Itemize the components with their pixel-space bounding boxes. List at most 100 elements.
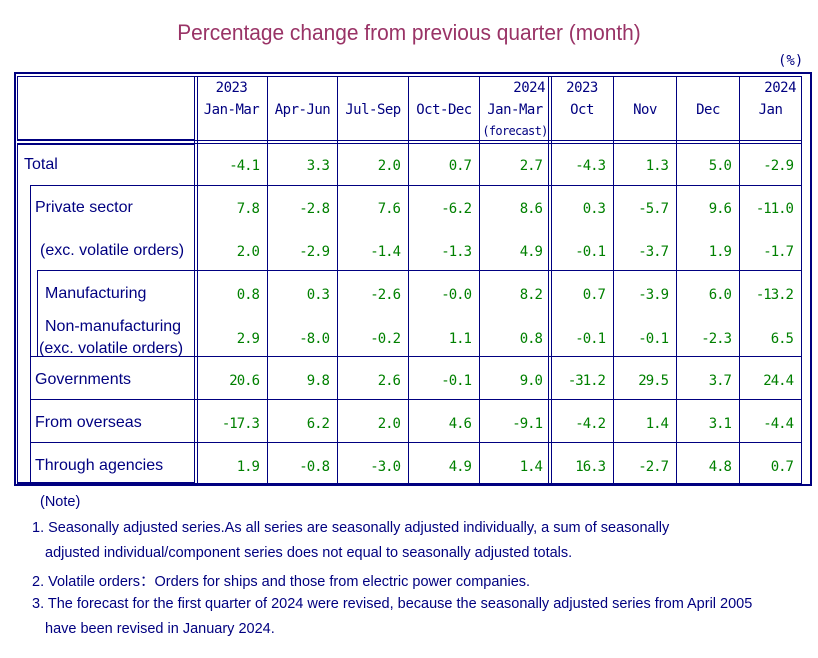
note-line: 1. Seasonally adjusted series.As all ser… (32, 520, 670, 536)
table-cell-value: -3.9 (638, 287, 669, 303)
table-cell-value: 2.6 (377, 373, 401, 389)
table-cell-value: 4.6 (448, 416, 472, 432)
table-cell-value: 1.4 (645, 416, 669, 432)
table-cell-value: 3.1 (708, 416, 732, 432)
table-cell-value: 1.4 (519, 459, 543, 475)
note-line: 2. Volatile orders：Orders for ships and … (32, 574, 531, 590)
indent-line (30, 185, 31, 483)
indent-line (37, 270, 38, 356)
column-period: Jan-Mar (487, 102, 543, 118)
table-cell-value: 29.5 (638, 373, 669, 389)
row-label: (exc. volatile orders) (40, 242, 185, 259)
header-divider (17, 140, 802, 141)
table-cell-value: 4.9 (519, 244, 543, 260)
table-cell-value: -17.3 (221, 416, 260, 432)
table-cell-value: -4.3 (575, 158, 606, 174)
table-cell-value: 3.7 (708, 373, 732, 389)
table-cell-value: -0.0 (441, 287, 472, 303)
table-cell-value: 6.5 (770, 331, 794, 347)
column-period: Nov (633, 102, 657, 118)
table-cell-value: -1.4 (370, 244, 401, 260)
table-cell-value: 8.6 (519, 201, 543, 217)
table-cell-value: 0.3 (306, 287, 330, 303)
table-cell-value: -6.2 (441, 201, 472, 217)
table-cell-value: -2.9 (763, 158, 794, 174)
table-cell-value: 16.3 (575, 459, 606, 475)
table-cell-value: 6.2 (306, 416, 330, 432)
table-cell-value: 1.9 (236, 459, 260, 475)
table-cell-value: 9.0 (519, 373, 543, 389)
column-period: Apr-Jun (274, 102, 331, 118)
table-cell-value: 2.0 (236, 244, 260, 260)
column-year: 2023 (566, 80, 598, 96)
row-label: Through agencies (35, 457, 164, 474)
column-period: Jan-Mar (203, 102, 260, 118)
table-cell-value: 9.6 (708, 201, 732, 217)
page-title: Percentage change from previous quarter … (177, 20, 641, 45)
row-label: Governments (35, 371, 132, 388)
table-cell-value: 7.8 (236, 201, 260, 217)
unit-label: (%) (778, 53, 804, 69)
table-cell-value: -11.0 (755, 201, 794, 217)
table-cell-value: -1.7 (763, 244, 794, 260)
note-line: 3. The forecast for the first quarter of… (32, 596, 753, 612)
table-cell-value: -4.2 (575, 416, 606, 432)
column-forecast-note: (forecast) (482, 124, 548, 138)
table-cell-value: -0.8 (299, 459, 330, 475)
column-period: Jul-Sep (345, 102, 401, 118)
row-divider (30, 185, 802, 186)
table-cell-value: -13.2 (755, 287, 794, 303)
table-cell-value: -0.1 (441, 373, 472, 389)
table-cell-value: -2.9 (299, 244, 330, 260)
table-cell-value: 2.9 (236, 331, 260, 347)
row-divider (30, 399, 802, 400)
table-cell-value: 20.6 (229, 373, 260, 389)
column-year: 2024 (513, 80, 545, 96)
column-year: 2023 (215, 80, 248, 96)
table-cell-value: 1.9 (708, 244, 732, 260)
table-cell-value: -1.3 (441, 244, 472, 260)
column-year: 2024 (764, 80, 796, 96)
row-label: Total (24, 156, 58, 173)
table-cell-value: 6.0 (708, 287, 732, 303)
row-divider (37, 270, 802, 271)
note-line: adjusted individual/component series doe… (45, 545, 573, 561)
notes-heading: (Note) (40, 494, 81, 510)
table-cell-value: 5.0 (708, 158, 732, 174)
table-cell-value: -3.7 (638, 244, 669, 260)
row-label: Non-manufacturing (45, 318, 182, 335)
table-cell-value: 2.0 (377, 416, 401, 432)
table-cell-value: -8.0 (299, 331, 330, 347)
header-corner-cell (17, 76, 195, 140)
row-divider (30, 442, 802, 443)
table-bottom (17, 483, 802, 484)
table-cell-value: -0.2 (370, 331, 401, 347)
table-cell-value: 0.3 (582, 201, 606, 217)
table-cell-value: -4.4 (763, 416, 794, 432)
row-label-sub: (exc. volatile orders) (39, 340, 184, 357)
table-cell-value: 4.8 (708, 459, 732, 475)
row-label: From overseas (35, 414, 142, 431)
column-period: Oct-Dec (416, 102, 472, 118)
table-cell-value: 1.3 (645, 158, 669, 174)
column-divider (801, 76, 802, 483)
table-cell-value: 7.6 (377, 201, 401, 217)
row-label: Manufacturing (45, 285, 147, 302)
table-cell-value: -2.6 (370, 287, 401, 303)
column-period: Oct (570, 102, 594, 118)
table-cell-value: 0.7 (770, 459, 794, 475)
table-cell-value: 24.4 (763, 373, 794, 389)
header-divider (17, 143, 802, 144)
header-top (17, 76, 802, 77)
table-cell-value: 0.8 (519, 331, 543, 347)
table-cell-value: -2.8 (299, 201, 330, 217)
table-cell-value: -2.3 (701, 331, 732, 347)
table-cell-value: 4.9 (448, 459, 472, 475)
table-cell-value: -9.1 (512, 416, 543, 432)
table-cell-value: 2.0 (377, 158, 401, 174)
label-column (17, 144, 195, 483)
table-cell-value: 9.8 (306, 373, 330, 389)
table-cell-value: -4.1 (229, 158, 260, 174)
table-cell-value: 0.7 (448, 158, 472, 174)
table-cell-value: -2.7 (638, 459, 669, 475)
